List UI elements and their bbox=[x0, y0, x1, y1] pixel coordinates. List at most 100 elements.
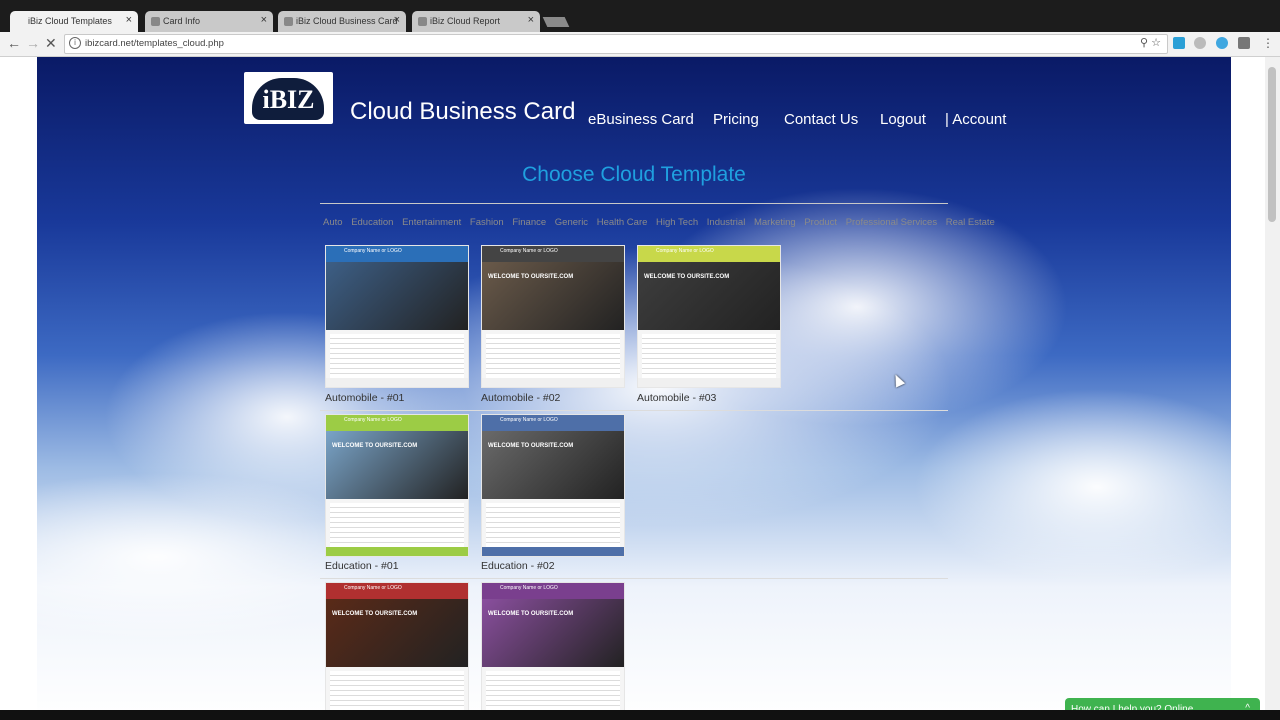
template-caption[interactable]: Automobile - #03 bbox=[637, 392, 716, 404]
divider bbox=[320, 410, 948, 411]
template-thumbnail[interactable]: Company Name or LOGO WELCOME TO OURSITE.C… bbox=[481, 245, 625, 388]
category-finance[interactable]: Finance bbox=[512, 217, 546, 228]
extension-icon[interactable] bbox=[1194, 37, 1206, 49]
thumbnail-header: Company Name or LOGO bbox=[326, 583, 468, 599]
page-title: Choose Cloud Template bbox=[522, 163, 746, 186]
thumbnail-table bbox=[486, 334, 620, 378]
thumbnail-logo-text: Company Name or LOGO bbox=[344, 585, 402, 591]
template-caption[interactable]: Education - #02 bbox=[481, 560, 555, 572]
thumbnail-header: Company Name or LOGO bbox=[326, 246, 468, 262]
menu-icon[interactable]: ⋮ bbox=[1262, 36, 1274, 50]
thumbnail-logo-text: Company Name or LOGO bbox=[656, 248, 714, 254]
template-thumbnail[interactable]: Company Name or LOGO WELCOME TO OURSITE.C… bbox=[637, 245, 781, 388]
template-thumbnail[interactable]: Company Name or LOGO WELCOME TO OURSITE.C… bbox=[481, 414, 625, 557]
extension-icon[interactable] bbox=[1173, 37, 1185, 49]
nav-account[interactable]: | Account bbox=[945, 111, 1006, 128]
category-real-estate[interactable]: Real Estate bbox=[946, 217, 995, 228]
thumbnail-logo-text: Company Name or LOGO bbox=[500, 248, 558, 254]
category-education[interactable]: Education bbox=[351, 217, 393, 228]
category-marketing[interactable]: Marketing bbox=[754, 217, 796, 228]
zoom-icon[interactable]: ⚲ bbox=[1140, 37, 1148, 49]
thumbnail-photo bbox=[482, 599, 624, 667]
sky-background bbox=[37, 57, 1231, 720]
thumbnail-footer bbox=[326, 547, 468, 556]
stop-loading-icon[interactable]: ✕ bbox=[45, 35, 57, 52]
new-tab-button[interactable] bbox=[542, 17, 570, 27]
category-high-tech[interactable]: High Tech bbox=[656, 217, 698, 228]
divider bbox=[320, 203, 948, 204]
thumbnail-welcome-text: WELCOME TO OURSITE.COM bbox=[488, 274, 574, 280]
nav-pricing[interactable]: Pricing bbox=[713, 111, 759, 128]
info-icon[interactable]: i bbox=[69, 37, 81, 49]
site-logo[interactable]: iBIZ bbox=[244, 72, 333, 124]
address-bar: ← → ✕ i ibizcard.net/templates_cloud.php… bbox=[0, 32, 1280, 57]
tab-title: iBiz Cloud Business Card bbox=[296, 16, 398, 26]
thumbnail-photo bbox=[326, 262, 468, 330]
thumbnail-header: Company Name or LOGO bbox=[482, 246, 624, 262]
thumbnail-table bbox=[330, 671, 464, 715]
category-product[interactable]: Product bbox=[804, 217, 837, 228]
url-field[interactable]: i ibizcard.net/templates_cloud.php ⚲ ☆ bbox=[64, 34, 1168, 54]
divider bbox=[320, 578, 948, 579]
category-industrial[interactable]: Industrial bbox=[707, 217, 746, 228]
thumbnail-table bbox=[330, 503, 464, 547]
nav-contact-us[interactable]: Contact Us bbox=[784, 111, 858, 128]
thumbnail-table bbox=[486, 503, 620, 547]
thumbnail-footer bbox=[482, 547, 624, 556]
tab-ibiz-cloud-report[interactable]: iBiz Cloud Report × bbox=[412, 11, 540, 32]
extension-icon[interactable] bbox=[1238, 37, 1250, 49]
close-icon[interactable]: × bbox=[261, 14, 267, 26]
scrollbar[interactable] bbox=[1265, 57, 1280, 720]
cloud-extension-icon[interactable] bbox=[1216, 37, 1228, 49]
url-text: ibizcard.net/templates_cloud.php bbox=[85, 38, 224, 49]
category-generic[interactable]: Generic bbox=[555, 217, 588, 228]
tab-ibiz-cloud-templates[interactable]: iBiz Cloud Templates × bbox=[10, 11, 138, 32]
brand-title: Cloud Business Card bbox=[350, 98, 576, 125]
template-thumbnail[interactable]: Company Name or LOGO WELCOME TO OURSITE.C… bbox=[481, 582, 625, 720]
template-thumbnail[interactable]: Company Name or LOGO bbox=[325, 245, 469, 388]
category-auto[interactable]: Auto bbox=[323, 217, 343, 228]
tab-title: iBiz Cloud Templates bbox=[28, 16, 112, 26]
template-thumbnail[interactable]: Company Name or LOGO WELCOME TO OURSITE.C… bbox=[325, 582, 469, 720]
logo-text: iBIZ bbox=[262, 85, 315, 114]
thumbnail-welcome-text: WELCOME TO OURSITE.COM bbox=[488, 443, 574, 449]
thumbnail-welcome-text: WELCOME TO OURSITE.COM bbox=[332, 443, 418, 449]
category-fashion[interactable]: Fashion bbox=[470, 217, 504, 228]
category-health-care[interactable]: Health Care bbox=[597, 217, 648, 228]
tab-card-info[interactable]: Card Info × bbox=[145, 11, 273, 32]
thumbnail-header: Company Name or LOGO bbox=[482, 415, 624, 431]
template-caption[interactable]: Education - #01 bbox=[325, 560, 399, 572]
thumbnail-footer bbox=[326, 378, 468, 387]
thumbnail-logo-text: Company Name or LOGO bbox=[500, 417, 558, 423]
loading-favicon-icon bbox=[16, 17, 25, 26]
template-thumbnail[interactable]: Company Name or LOGO WELCOME TO OURSITE.C… bbox=[325, 414, 469, 557]
thumbnail-photo bbox=[326, 431, 468, 499]
close-icon[interactable]: × bbox=[126, 14, 132, 26]
omnibox-actions: ⚲ ☆ bbox=[1140, 36, 1161, 49]
page-favicon-icon bbox=[418, 17, 427, 26]
page-favicon-icon bbox=[151, 17, 160, 26]
close-icon[interactable]: × bbox=[528, 14, 534, 26]
thumbnail-welcome-text: WELCOME TO OURSITE.COM bbox=[644, 274, 730, 280]
thumbnail-photo bbox=[482, 262, 624, 330]
thumbnail-photo bbox=[638, 262, 780, 330]
browser-tab-bar: iBiz Cloud Templates × Card Info × iBiz … bbox=[0, 0, 1280, 32]
nav-ebusiness-card[interactable]: eBusiness Card bbox=[588, 111, 694, 128]
close-icon[interactable]: × bbox=[394, 14, 400, 26]
bookmark-star-icon[interactable]: ☆ bbox=[1151, 37, 1161, 49]
template-caption[interactable]: Automobile - #02 bbox=[481, 392, 560, 404]
window-bottom-edge bbox=[0, 710, 1280, 720]
thumbnail-logo-text: Company Name or LOGO bbox=[500, 585, 558, 591]
thumbnail-logo-text: Company Name or LOGO bbox=[344, 248, 402, 254]
nav-logout[interactable]: Logout bbox=[880, 111, 926, 128]
category-entertainment[interactable]: Entertainment bbox=[402, 217, 461, 228]
template-caption[interactable]: Automobile - #01 bbox=[325, 392, 404, 404]
thumbnail-welcome-text: WELCOME TO OURSITE.COM bbox=[332, 611, 418, 617]
forward-arrow-icon[interactable]: → bbox=[26, 35, 40, 51]
tab-ibiz-cloud-business-card[interactable]: iBiz Cloud Business Card × bbox=[278, 11, 406, 32]
category-professional-services[interactable]: Professional Services bbox=[846, 217, 937, 228]
thumbnail-table bbox=[330, 334, 464, 378]
back-arrow-icon[interactable]: ← bbox=[7, 35, 21, 51]
scrollbar-thumb[interactable] bbox=[1268, 67, 1276, 222]
tab-title: iBiz Cloud Report bbox=[430, 16, 501, 26]
